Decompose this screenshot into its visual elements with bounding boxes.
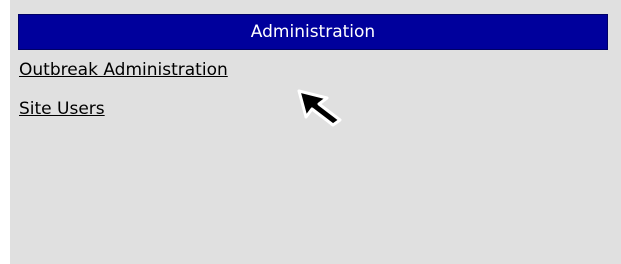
mouse-pointer-icon — [297, 89, 342, 127]
administration-title: Administration — [250, 21, 376, 42]
outbreak-administration-link[interactable]: Outbreak Administration — [19, 62, 228, 79]
administration-header: Administration — [18, 14, 608, 50]
administration-links: Outbreak Administration Site Users — [19, 62, 228, 140]
site-users-link[interactable]: Site Users — [19, 101, 228, 118]
administration-panel: Administration Outbreak Administration S… — [10, 0, 621, 264]
